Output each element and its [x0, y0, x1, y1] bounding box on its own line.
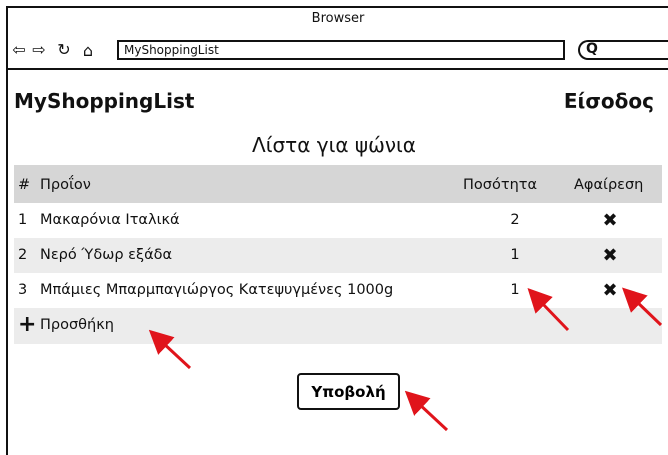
- annotation-arrow-submit: [404, 390, 449, 432]
- annotation-arrow-add: [148, 329, 192, 370]
- annotation-arrow-remove: [622, 287, 663, 327]
- annotation-arrows: [148, 287, 663, 432]
- annotation-arrow-quantity: [527, 288, 570, 332]
